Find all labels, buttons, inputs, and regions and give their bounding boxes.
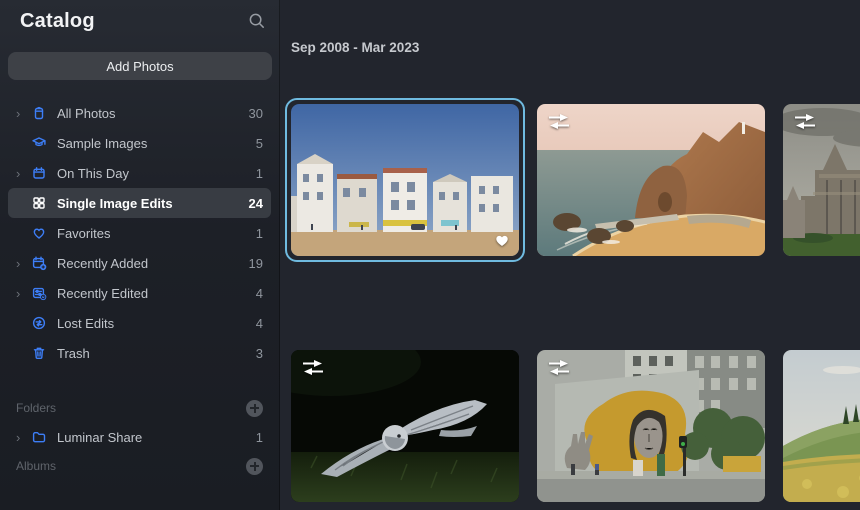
photo-image: [291, 350, 519, 502]
sidebar-item-label: Single Image Edits: [57, 196, 173, 211]
sidebar-item-recently-added[interactable]: › Recently Added 19: [8, 248, 271, 278]
add-folder-button[interactable]: [246, 400, 263, 417]
edited-badge-icon: [793, 113, 817, 130]
trash-icon: [31, 345, 47, 361]
item-count: 4: [256, 316, 263, 331]
item-count: 30: [249, 106, 263, 121]
albums-section-header: Albums: [8, 452, 271, 480]
photo-thumbnail-coast[interactable]: [537, 104, 765, 256]
item-count: 5: [256, 136, 263, 151]
catalog-nav: › All Photos 30 › Sample Images 5 ›: [0, 98, 279, 480]
sidebar-item-label: On This Day: [57, 166, 129, 181]
sidebar-item-luminar-share[interactable]: › Luminar Share 1: [8, 422, 271, 452]
section-label: Folders: [16, 401, 56, 415]
sidebar-item-single-image-edits[interactable]: › Single Image Edits 24: [8, 188, 271, 218]
photo-thumbnail-tuscany[interactable]: [783, 350, 860, 502]
photo-image: [783, 350, 860, 502]
item-count: 1: [256, 430, 263, 445]
photo-thumbnail-buildings[interactable]: [291, 104, 519, 256]
search-icon-glyph: [247, 11, 267, 31]
chevron-right-icon[interactable]: ›: [16, 107, 30, 120]
sidebar-item-label: Recently Added: [57, 256, 148, 271]
photo-image: [537, 350, 765, 502]
edited-badge-icon: [301, 359, 325, 376]
sidebar-item-label: All Photos: [57, 106, 116, 121]
catalog-sidebar: Catalog Add Photos › All Photos 30 ›: [0, 0, 280, 510]
section-label: Albums: [16, 459, 56, 473]
folder-icon: [31, 429, 47, 445]
calendar-added-icon: [31, 255, 47, 271]
page-title: Catalog: [20, 10, 95, 32]
sliders-clock-icon: [31, 285, 47, 301]
heart-icon: [31, 225, 47, 241]
sidebar-item-label: Sample Images: [57, 136, 147, 151]
sidebar-item-label: Lost Edits: [57, 316, 114, 331]
sidebar-item-on-this-day[interactable]: › On This Day 1: [8, 158, 271, 188]
sidebar-item-label: Trash: [57, 346, 90, 361]
photo-image: [537, 104, 765, 256]
calendar-icon: [31, 165, 47, 181]
edited-badge-icon: [547, 113, 571, 130]
search-icon[interactable]: [247, 11, 267, 31]
date-range-header: Sep 2008 - Mar 2023: [291, 40, 419, 55]
folders-section-header: Folders: [8, 394, 271, 422]
item-count: 4: [256, 286, 263, 301]
favorite-heart-icon[interactable]: [494, 232, 510, 247]
graduation-cap-icon: [31, 135, 47, 151]
sidebar-item-favorites[interactable]: › Favorites 1: [8, 218, 271, 248]
chevron-right-icon[interactable]: ›: [16, 167, 30, 180]
edited-badge-icon: [547, 359, 571, 376]
sidebar-item-recently-edited[interactable]: › Recently Edited 4: [8, 278, 271, 308]
chevron-right-icon[interactable]: ›: [16, 257, 30, 270]
sidebar-item-label: Recently Edited: [57, 286, 148, 301]
item-count: 24: [249, 196, 263, 211]
add-photos-button[interactable]: Add Photos: [8, 52, 272, 80]
sidebar-item-label: Favorites: [57, 226, 110, 241]
photo-thumbnail-parliament[interactable]: [783, 104, 860, 256]
sidebar-header: Catalog: [0, 0, 279, 42]
sidebar-item-all-photos[interactable]: › All Photos 30: [8, 98, 271, 128]
sidebar-item-sample-images[interactable]: › Sample Images 5: [8, 128, 271, 158]
photo-grid: Sep 2008 - Mar 2023: [281, 0, 860, 510]
item-count: 1: [256, 226, 263, 241]
grid-icon: [31, 195, 47, 211]
photo-thumbnail-owl[interactable]: [291, 350, 519, 502]
sidebar-item-lost-edits[interactable]: › Lost Edits 4: [8, 308, 271, 338]
sidebar-item-trash[interactable]: › Trash 3: [8, 338, 271, 368]
sidebar-item-label: Luminar Share: [57, 430, 142, 445]
photo-bag-icon: [31, 105, 47, 121]
photo-thumbnail-mural[interactable]: [537, 350, 765, 502]
photo-image: [291, 104, 519, 256]
item-count: 3: [256, 346, 263, 361]
chevron-right-icon[interactable]: ›: [16, 287, 30, 300]
item-count: 1: [256, 166, 263, 181]
add-album-button[interactable]: [246, 458, 263, 475]
item-count: 19: [249, 256, 263, 271]
sync-arrows-icon: [31, 315, 47, 331]
chevron-right-icon[interactable]: ›: [16, 431, 30, 444]
